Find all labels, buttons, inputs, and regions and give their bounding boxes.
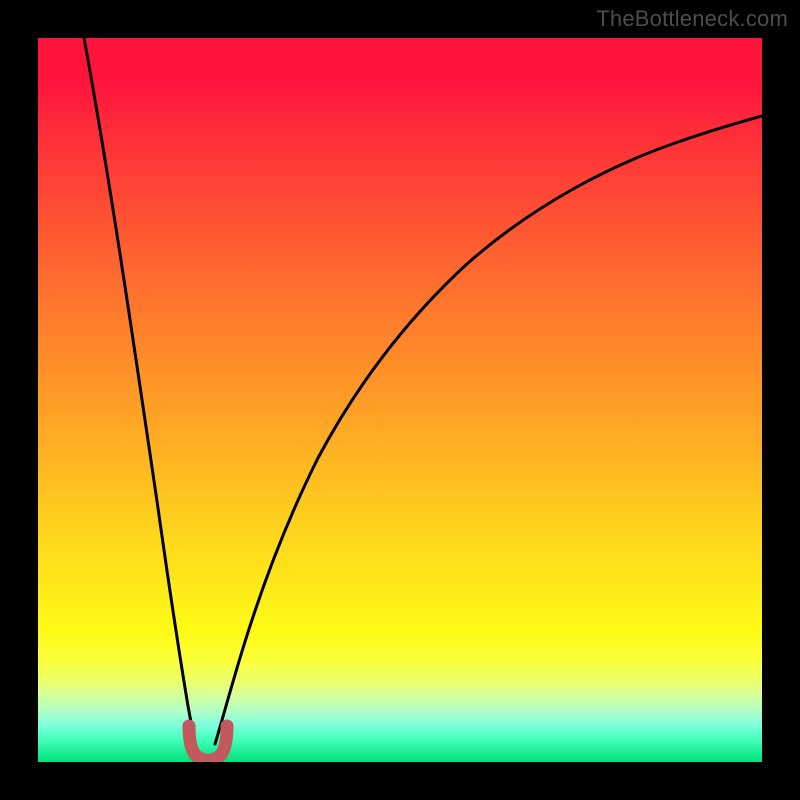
bottleneck-curve (38, 38, 762, 762)
plot-area (38, 38, 762, 762)
optimal-point-marker (189, 726, 227, 760)
chart-frame: TheBottleneck.com (0, 0, 800, 800)
curve-left-branch (84, 38, 195, 744)
curve-right-branch (215, 116, 762, 744)
watermark-text: TheBottleneck.com (596, 6, 788, 32)
